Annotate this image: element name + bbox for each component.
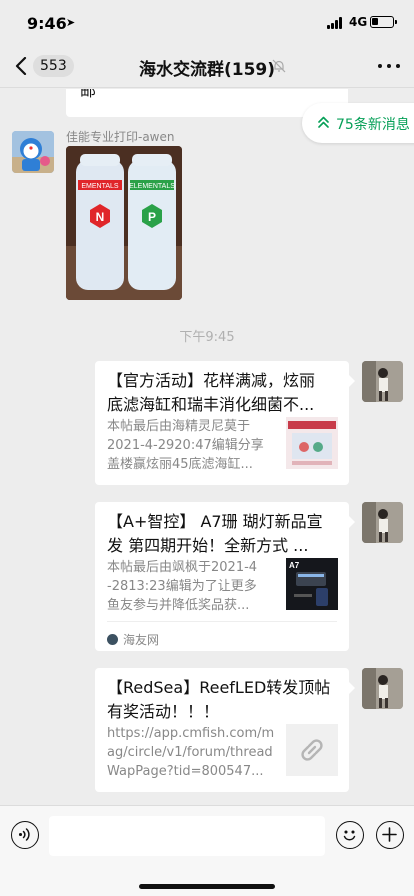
link-card[interactable]: 【RedSea】ReefLED转发顶帖 有奖活动！！！ https://app.… [95,668,355,792]
bottle-letter-right: P [148,210,156,224]
sender-name: 佳能专业打印-awen [66,130,175,144]
voice-input-button[interactable] [11,821,39,849]
chat-title: 海水交流群(159) [138,60,276,80]
card-title: 【A+智控】 A7珊 瑚灯新品宣 发 第四期开始！全新方式 ... [107,512,323,555]
card-description: 本帖最后由海精灵尼莫于 2021-4-2920:47编辑分享 盖楼赢炫丽45底滤… [107,419,264,472]
link-card[interactable]: 【官方活动】花样满减，炫丽 底滤海缸和瑞丰消化细菌不... 本帖最后由海精灵尼莫… [95,361,355,485]
card-description: 本帖最后由飒枫于2021-4 -2813:23编辑为了让更多 鱼友参与并降低奖品… [107,560,258,613]
link-card[interactable]: 【A+智控】 A7珊 瑚灯新品宣 发 第四期开始！全新方式 ... 本帖最后由飒… [95,502,355,651]
plus-icon [382,827,397,842]
thumbnail-label: A7 [289,561,300,570]
bottle-label-right: ELEMENTALS [129,183,175,190]
image-message[interactable]: EMENTALS ELEMENTALS N P [66,146,182,300]
message-text: 邮 [80,89,97,100]
location-arrow-icon: ➤ [66,16,76,29]
sender-avatar[interactable] [12,131,54,173]
my-avatar[interactable] [362,668,403,709]
mute-bell-icon [272,59,286,73]
new-messages-label: 75条新消息 [336,117,410,133]
card-source: 海友网 [123,633,160,647]
card-description: https://app.cmfish.com/m ag/circle/v1/fo… [107,726,275,779]
network-type: 4G [349,15,368,29]
message-input[interactable] [49,816,325,856]
input-bar [0,805,414,896]
timestamp-divider: 下午9:45 [179,330,235,345]
signal-strength-icon [327,17,345,29]
new-messages-pill[interactable]: 75条新消息 [302,103,414,143]
card-title: 【RedSea】ReefLED转发顶帖 有奖活动！！！ [107,678,331,721]
link-icon [286,724,338,776]
card-divider [107,621,337,622]
more-options-icon[interactable] [378,64,400,69]
card-thumbnail: A7 [286,558,338,610]
voice-icon [18,828,30,841]
double-chevron-up-icon [318,116,329,128]
chat-header: 553 海水交流群(159) [0,44,414,88]
emoji-button[interactable] [336,821,364,849]
more-actions-button[interactable] [376,821,404,849]
home-indicator [139,884,275,889]
my-avatar[interactable] [362,502,403,543]
smiley-icon [343,830,356,841]
bottle-letter-left: N [96,210,105,224]
message-list[interactable]: 邮 佳能专业打印-awen EMENTALS ELEMENTALS N P 下午… [0,89,414,805]
status-time: 9:46 [27,14,67,33]
battery-icon [370,16,397,28]
bottle-label-left: EMENTALS [81,183,119,190]
source-logo-icon [107,634,118,645]
my-avatar[interactable] [362,361,403,402]
card-title: 【官方活动】花样满减，炫丽 底滤海缸和瑞丰消化细菌不... [107,371,316,414]
card-thumbnail [286,417,338,469]
status-bar: 9:46 ➤ 4G [0,0,414,44]
